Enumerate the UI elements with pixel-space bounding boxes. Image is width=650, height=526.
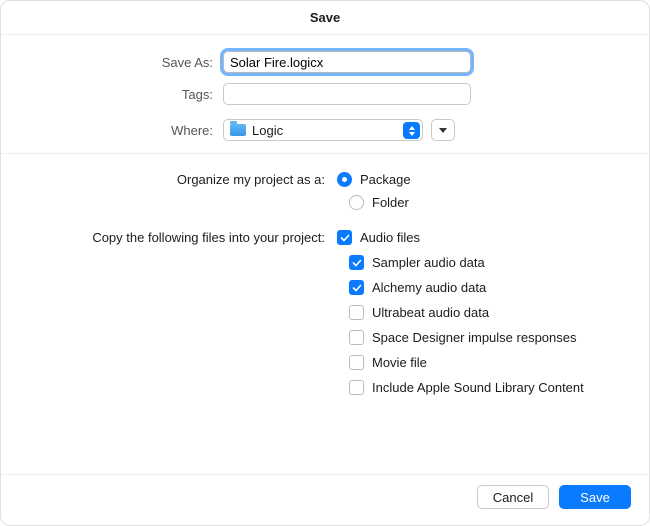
radio-package[interactable] bbox=[337, 172, 352, 187]
radio-package-label: Package bbox=[360, 172, 411, 187]
copy-files-label: Copy the following files into your proje… bbox=[23, 230, 337, 245]
checkbox-sampler[interactable] bbox=[349, 255, 364, 270]
organize-row: Organize my project as a: Package bbox=[23, 172, 627, 187]
tags-input[interactable] bbox=[223, 83, 471, 105]
save-dialog: Save Save As: Tags: Where: Logic bbox=[0, 0, 650, 526]
copy-row-4: Space Designer impulse responses bbox=[23, 330, 627, 345]
where-value: Logic bbox=[252, 123, 283, 138]
organize-label: Organize my project as a: bbox=[23, 172, 337, 187]
checkbox-label-0: Audio files bbox=[360, 230, 420, 245]
checkbox-movie[interactable] bbox=[349, 355, 364, 370]
copy-row-5: Movie file bbox=[23, 355, 627, 370]
radio-folder-label: Folder bbox=[372, 195, 409, 210]
cancel-button[interactable]: Cancel bbox=[477, 485, 549, 509]
checkbox-label-4: Space Designer impulse responses bbox=[372, 330, 577, 345]
save-as-label: Save As: bbox=[23, 55, 223, 70]
copy-row-2: Alchemy audio data bbox=[23, 280, 627, 295]
copy-row-3: Ultrabeat audio data bbox=[23, 305, 627, 320]
window-title: Save bbox=[1, 1, 649, 35]
organize-row-folder: Folder bbox=[23, 195, 627, 210]
options-section: Organize my project as a: Package Folder… bbox=[1, 154, 649, 413]
checkbox-audio-files[interactable] bbox=[337, 230, 352, 245]
where-row: Where: Logic bbox=[23, 119, 627, 141]
copy-row-1: Sampler audio data bbox=[23, 255, 627, 270]
tags-row: Tags: bbox=[23, 83, 627, 105]
checkbox-label-3: Ultrabeat audio data bbox=[372, 305, 489, 320]
save-as-input[interactable] bbox=[223, 51, 471, 73]
checkbox-space-designer[interactable] bbox=[349, 330, 364, 345]
copy-row-6: Include Apple Sound Library Content bbox=[23, 380, 627, 395]
checkbox-label-6: Include Apple Sound Library Content bbox=[372, 380, 584, 395]
footer: Cancel Save bbox=[1, 474, 649, 525]
top-section: Save As: Tags: Where: Logic bbox=[1, 35, 649, 153]
expand-button[interactable] bbox=[431, 119, 455, 141]
where-select[interactable]: Logic bbox=[223, 119, 423, 141]
save-button[interactable]: Save bbox=[559, 485, 631, 509]
save-as-row: Save As: bbox=[23, 51, 627, 73]
checkbox-apple-library[interactable] bbox=[349, 380, 364, 395]
checkbox-label-5: Movie file bbox=[372, 355, 427, 370]
checkbox-ultrabeat[interactable] bbox=[349, 305, 364, 320]
checkbox-alchemy[interactable] bbox=[349, 280, 364, 295]
checkbox-label-2: Alchemy audio data bbox=[372, 280, 486, 295]
where-label: Where: bbox=[23, 123, 223, 138]
folder-icon bbox=[230, 124, 246, 136]
copy-row-0: Copy the following files into your proje… bbox=[23, 230, 627, 245]
radio-folder[interactable] bbox=[349, 195, 364, 210]
checkbox-label-1: Sampler audio data bbox=[372, 255, 485, 270]
tags-label: Tags: bbox=[23, 87, 223, 102]
chevron-down-icon bbox=[439, 128, 447, 133]
updown-icon bbox=[403, 122, 420, 139]
